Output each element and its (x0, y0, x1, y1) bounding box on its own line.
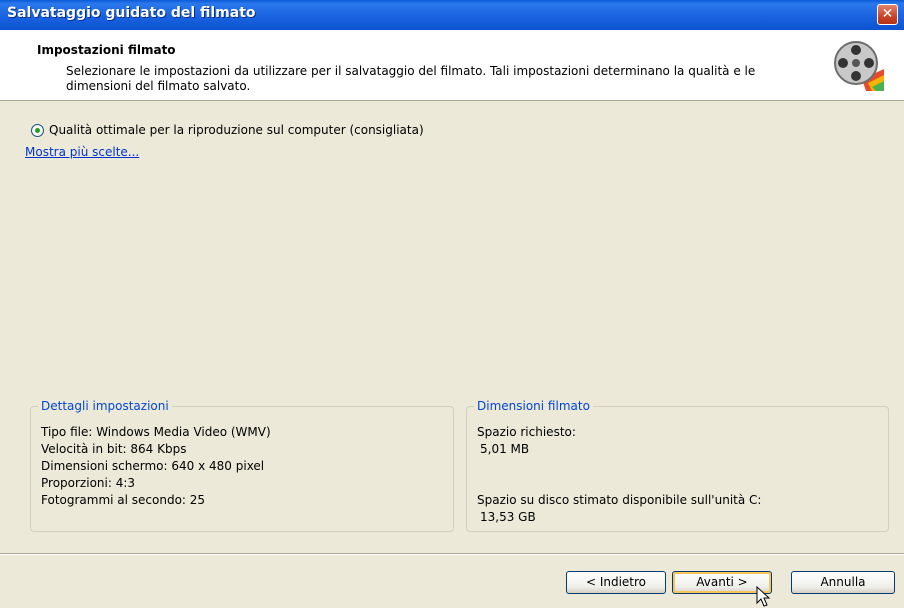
movie-size-group: Dimensioni filmato Spazio richiesto: 5,0… (466, 399, 889, 532)
title-bar: Salvataggio guidato del filmato ✕ (0, 0, 904, 30)
file-type-text: Tipo file: Windows Media Video (WMV) (41, 425, 271, 439)
back-button[interactable]: < Indietro (566, 571, 666, 594)
close-button[interactable]: ✕ (877, 4, 898, 25)
movie-size-legend: Dimensioni filmato (474, 399, 593, 413)
quality-option-label: Qualità ottimale per la riproduzione sul… (49, 123, 424, 137)
more-choices-link[interactable]: Mostra più scelte... (25, 145, 139, 159)
mouse-pointer-icon (756, 586, 771, 607)
close-icon: ✕ (881, 6, 894, 22)
settings-details-legend: Dettagli impostazioni (38, 399, 172, 413)
available-space-value: 13,53 GB (480, 510, 536, 524)
settings-details-group: Dettagli impostazioni Tipo file: Windows… (30, 399, 454, 532)
quality-option[interactable]: Qualità ottimale per la riproduzione sul… (31, 123, 424, 137)
page-title: Impostazioni filmato (37, 43, 176, 57)
radio-selected-icon[interactable] (31, 123, 44, 137)
cancel-button[interactable]: Annulla (791, 571, 895, 594)
bitrate-text: Velocità in bit: 864 Kbps (41, 442, 187, 456)
required-space-value: 5,01 MB (480, 442, 530, 456)
aspect-ratio-text: Proporzioni: 4:3 (41, 476, 136, 490)
window-title: Salvataggio guidato del filmato (7, 5, 256, 21)
footer-separator (0, 553, 904, 555)
required-space-label: Spazio richiesto: (477, 425, 576, 439)
film-reel-icon (834, 41, 884, 91)
wizard-header: Impostazioni filmato Selezionare le impo… (0, 30, 904, 101)
screen-size-text: Dimensioni schermo: 640 x 480 pixel (41, 459, 265, 473)
frames-per-second-text: Fotogrammi al secondo: 25 (41, 493, 206, 507)
page-description: Selezionare le impostazioni da utilizzar… (66, 64, 756, 93)
available-space-label: Spazio su disco stimato disponibile sull… (477, 493, 762, 507)
